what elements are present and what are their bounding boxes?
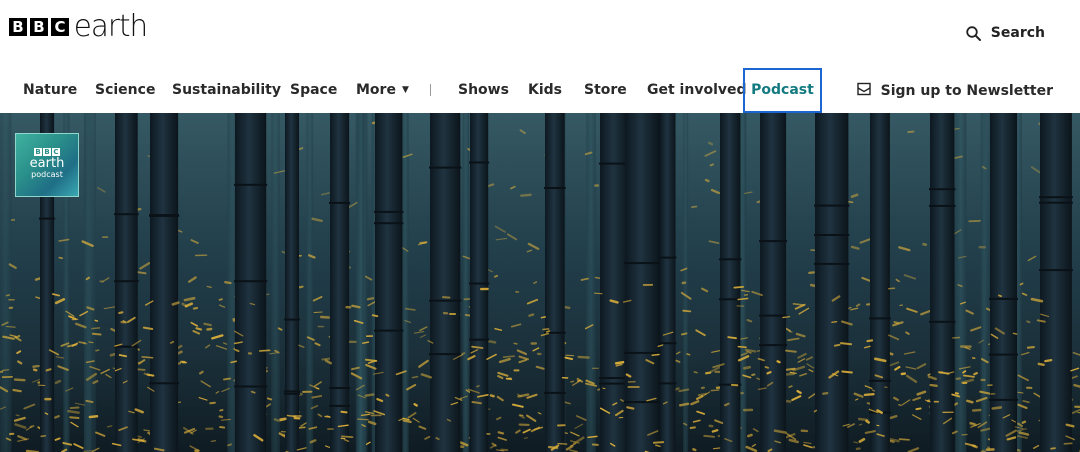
nav-item-more-label: More xyxy=(356,82,396,98)
caret-down-icon: ▼ xyxy=(401,85,409,95)
nav-item-space[interactable]: Space xyxy=(290,68,337,112)
badge-block-b1: B xyxy=(34,148,42,156)
search-label: Search xyxy=(990,25,1045,41)
nav-item-sustainability[interactable]: Sustainability xyxy=(172,68,281,112)
bbc-block-c: C xyxy=(51,18,69,36)
nav-item-shows[interactable]: Shows xyxy=(458,68,509,112)
search-button[interactable]: Search xyxy=(966,25,1045,41)
bamboo-forest-fireflies-image xyxy=(0,113,1080,452)
bbc-blocks: B B C xyxy=(9,18,69,36)
bbc-earth-podcast-badge[interactable]: B B C earth podcast xyxy=(15,133,79,197)
newsletter-signup-link[interactable]: Sign up to Newsletter xyxy=(856,68,1053,113)
bbc-earth-logo[interactable]: B B C earth xyxy=(9,9,148,44)
nav-item-podcast[interactable]: Podcast xyxy=(743,68,822,113)
badge-block-b2: B xyxy=(43,148,51,156)
bbc-block-b1: B xyxy=(9,18,27,36)
badge-earth-text: earth xyxy=(29,156,65,171)
search-icon xyxy=(966,25,981,41)
bbc-block-b2: B xyxy=(30,18,48,36)
nav-item-more[interactable]: More ▼ xyxy=(356,68,409,112)
nav-item-kids[interactable]: Kids xyxy=(528,68,562,112)
logo-wordmark: earth xyxy=(73,9,148,44)
top-bar: B B C earth Search xyxy=(0,0,1080,62)
mail-icon xyxy=(856,82,871,100)
hero-image: B B C earth podcast xyxy=(0,113,1080,452)
badge-podcast-text: podcast xyxy=(31,170,63,179)
nav-item-science[interactable]: Science xyxy=(95,68,155,112)
badge-block-c: C xyxy=(52,148,60,156)
nav-divider xyxy=(430,84,431,96)
badge-bbc-blocks: B B C xyxy=(16,148,78,156)
page: B B C earth Search Nature Science Sustai… xyxy=(0,0,1080,452)
nav-item-get-involved[interactable]: Get involved xyxy=(647,68,747,112)
main-nav: Nature Science Sustainability Space More… xyxy=(0,68,1080,113)
newsletter-label: Sign up to Newsletter xyxy=(880,82,1053,99)
nav-item-store[interactable]: Store xyxy=(584,68,627,112)
nav-item-nature[interactable]: Nature xyxy=(23,68,77,112)
